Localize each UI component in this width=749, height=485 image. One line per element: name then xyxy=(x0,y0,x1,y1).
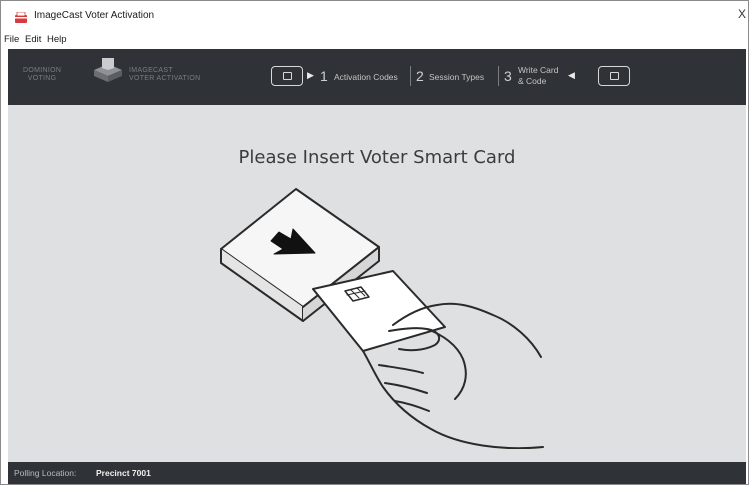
step-divider xyxy=(498,66,499,86)
right-arrow-icon: ▶ xyxy=(307,70,314,80)
step-3-number: 3 xyxy=(504,68,512,84)
step-2-number: 2 xyxy=(416,68,424,84)
app-window: ImageCast Voter Activation X File Edit H… xyxy=(0,0,749,485)
wizard-header: DOMINION VOTING IMAGECAST VOTER ACTIVATI… xyxy=(8,49,746,105)
insert-card-illustration xyxy=(220,188,544,449)
step-3-label-line1: Write Card xyxy=(518,65,559,75)
close-button[interactable]: X xyxy=(738,7,746,21)
title-bar: ImageCast Voter Activation X xyxy=(1,1,748,31)
ballot-box-icon xyxy=(15,12,27,23)
dominion-logo-text: DOMINION VOTING xyxy=(23,67,62,82)
insert-card-prompt: Please Insert Voter Smart Card xyxy=(238,147,516,168)
dominion-logo-icon xyxy=(94,58,122,82)
polling-location-value: Precinct 7001 xyxy=(96,468,151,478)
imagecast-logo-text: IMAGECAST VOTER ACTIVATION xyxy=(129,67,201,82)
card-slot-icon xyxy=(271,66,303,86)
menu-help[interactable]: Help xyxy=(47,34,67,45)
main-content: Please Insert Voter Smart Card xyxy=(8,105,746,462)
left-arrow-icon: ◀ xyxy=(568,70,575,80)
menu-edit[interactable]: Edit xyxy=(25,34,41,45)
step-1-label: Activation Codes xyxy=(334,72,398,82)
step-1-number: 1 xyxy=(320,68,328,84)
menu-bar: File Edit Help xyxy=(1,31,748,47)
step-2-label: Session Types xyxy=(429,72,485,82)
card-slot-icon xyxy=(598,66,630,86)
status-bar: Polling Location: Precinct 7001 xyxy=(8,462,746,484)
menu-file[interactable]: File xyxy=(4,34,19,45)
polling-location-label: Polling Location: xyxy=(14,468,77,478)
step-divider xyxy=(410,66,411,86)
window-title: ImageCast Voter Activation xyxy=(34,10,155,21)
step-3-label-line2: & Code xyxy=(518,76,547,86)
